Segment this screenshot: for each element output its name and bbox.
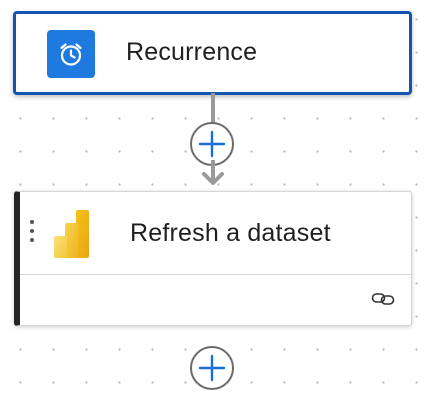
connector-arrow-icon xyxy=(202,172,224,185)
action-title: Refresh a dataset xyxy=(130,219,331,247)
drag-handle-icon[interactable] xyxy=(29,220,37,246)
plus-icon xyxy=(198,130,226,158)
link-icon[interactable] xyxy=(371,291,395,307)
power-bi-icon xyxy=(54,210,89,258)
add-step-button[interactable] xyxy=(190,346,234,390)
recurrence-trigger-card[interactable]: Recurrence xyxy=(13,11,412,95)
alarm-clock-icon xyxy=(47,30,95,78)
plus-icon xyxy=(198,354,226,382)
trigger-title: Recurrence xyxy=(126,38,258,66)
flow-canvas: Recurrence Refresh a dataset xyxy=(0,0,428,402)
refresh-dataset-action-card[interactable]: Refresh a dataset xyxy=(14,191,412,326)
action-card-header: Refresh a dataset xyxy=(20,192,411,275)
